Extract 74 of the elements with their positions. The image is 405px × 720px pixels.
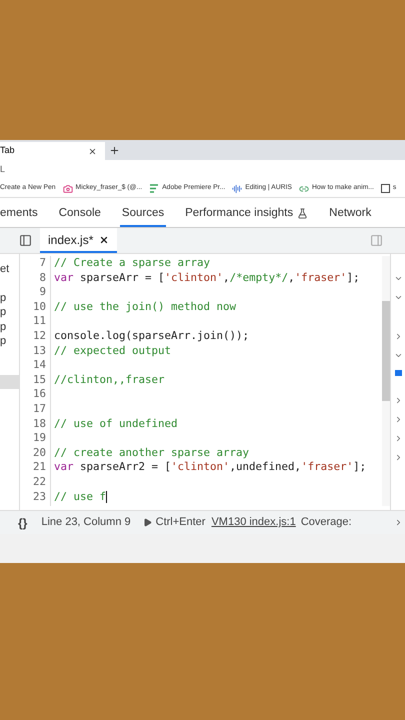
chevron-down-icon[interactable] bbox=[394, 351, 402, 360]
line-number: 17 bbox=[32, 402, 46, 417]
code-token: //clinton,,fraser bbox=[54, 372, 165, 388]
line-number: 15 bbox=[32, 372, 46, 388]
code-token: ,undefined, bbox=[230, 460, 302, 475]
code-token: 'clinton' bbox=[164, 270, 224, 286]
line-number: 10 bbox=[32, 300, 46, 314]
devtools-tab[interactable]: Console bbox=[56, 202, 103, 227]
square-icon bbox=[380, 184, 390, 193]
new-tab-icon[interactable] bbox=[109, 145, 120, 156]
waveform-icon bbox=[232, 184, 242, 194]
breakpoint-marker-icon bbox=[394, 370, 402, 376]
panel-toggle-icon[interactable] bbox=[370, 234, 383, 247]
line-number: 22 bbox=[32, 474, 46, 490]
navigator-item[interactable]: p bbox=[0, 290, 19, 306]
code-token: var bbox=[54, 270, 74, 286]
code-token: var bbox=[54, 460, 74, 475]
run-icon[interactable] bbox=[142, 518, 152, 527]
sidebar-toggle-icon[interactable] bbox=[19, 234, 32, 247]
code-token: , bbox=[288, 270, 295, 286]
scrollbar-thumb[interactable] bbox=[382, 301, 390, 401]
link-icon bbox=[298, 184, 309, 194]
code-token: sparseArr = [ bbox=[79, 270, 165, 286]
address-text[interactable]: L bbox=[0, 163, 6, 177]
devtools-tab[interactable]: Network bbox=[327, 202, 374, 227]
line-number: 21 bbox=[32, 460, 46, 475]
code-token: // use of undefined bbox=[54, 416, 178, 432]
code-token: // Create a sparse array bbox=[54, 256, 210, 271]
code-token: 'clinton' bbox=[171, 460, 230, 475]
navigator-item[interactable]: p bbox=[0, 305, 19, 320]
navigator-item[interactable]: p bbox=[0, 334, 19, 349]
line-number: 7 bbox=[39, 256, 46, 271]
camera-icon bbox=[62, 184, 73, 194]
code-token: 'fraser' bbox=[301, 460, 354, 475]
line-number: 11 bbox=[32, 314, 46, 329]
line-number: 20 bbox=[32, 446, 46, 460]
line-number: 23 bbox=[32, 490, 46, 504]
code-token: // use the join() method now bbox=[54, 300, 236, 314]
line-number: 19 bbox=[32, 431, 46, 446]
devtools-tab[interactable]: ements bbox=[0, 202, 40, 227]
line-number: 12 bbox=[32, 328, 46, 344]
navigator-item[interactable]: p bbox=[0, 320, 19, 334]
chevron-right-icon[interactable] bbox=[394, 518, 403, 527]
code-token: sparseArr2 = [ bbox=[79, 460, 172, 475]
source-link[interactable]: VM130 index.js:1 bbox=[211, 514, 296, 531]
chevron-down-icon[interactable] bbox=[394, 293, 402, 302]
browser-tab[interactable]: Tab bbox=[0, 142, 105, 160]
line-number: 13 bbox=[32, 344, 46, 358]
close-icon[interactable] bbox=[88, 146, 97, 156]
code-token: // expected output bbox=[54, 344, 172, 358]
run-shortcut: Ctrl+Enter bbox=[156, 515, 206, 530]
line-number: 9 bbox=[39, 285, 46, 300]
line-number: 18 bbox=[32, 416, 46, 432]
code-token: , bbox=[223, 270, 230, 286]
close-icon[interactable] bbox=[99, 234, 110, 244]
format-button[interactable]: {} bbox=[18, 514, 28, 532]
chevron-down-icon[interactable] bbox=[394, 274, 402, 283]
file-tab[interactable]: index.js* bbox=[40, 228, 118, 253]
code-token: ]; bbox=[346, 270, 360, 286]
lines-icon bbox=[149, 184, 160, 193]
code-token: ]; bbox=[353, 460, 366, 475]
coverage-label: Coverage: bbox=[300, 515, 352, 530]
code-token: // create another sparse array bbox=[54, 446, 250, 460]
code-token: /*empty*/ bbox=[230, 270, 288, 286]
code-token: 'fraser' bbox=[294, 270, 347, 286]
cursor-position: Line 23, Column 9 bbox=[41, 515, 131, 530]
code-token: // use f bbox=[54, 490, 106, 504]
navigator-item[interactable]: et bbox=[0, 262, 19, 277]
line-number: 14 bbox=[32, 358, 46, 373]
line-number: 8 bbox=[39, 270, 46, 286]
code-token: console.log(sparseArr.join()); bbox=[54, 328, 250, 344]
devtools-tab[interactable]: Performance insights bbox=[183, 202, 310, 227]
flask-icon bbox=[297, 208, 308, 219]
line-number: 16 bbox=[32, 387, 46, 402]
